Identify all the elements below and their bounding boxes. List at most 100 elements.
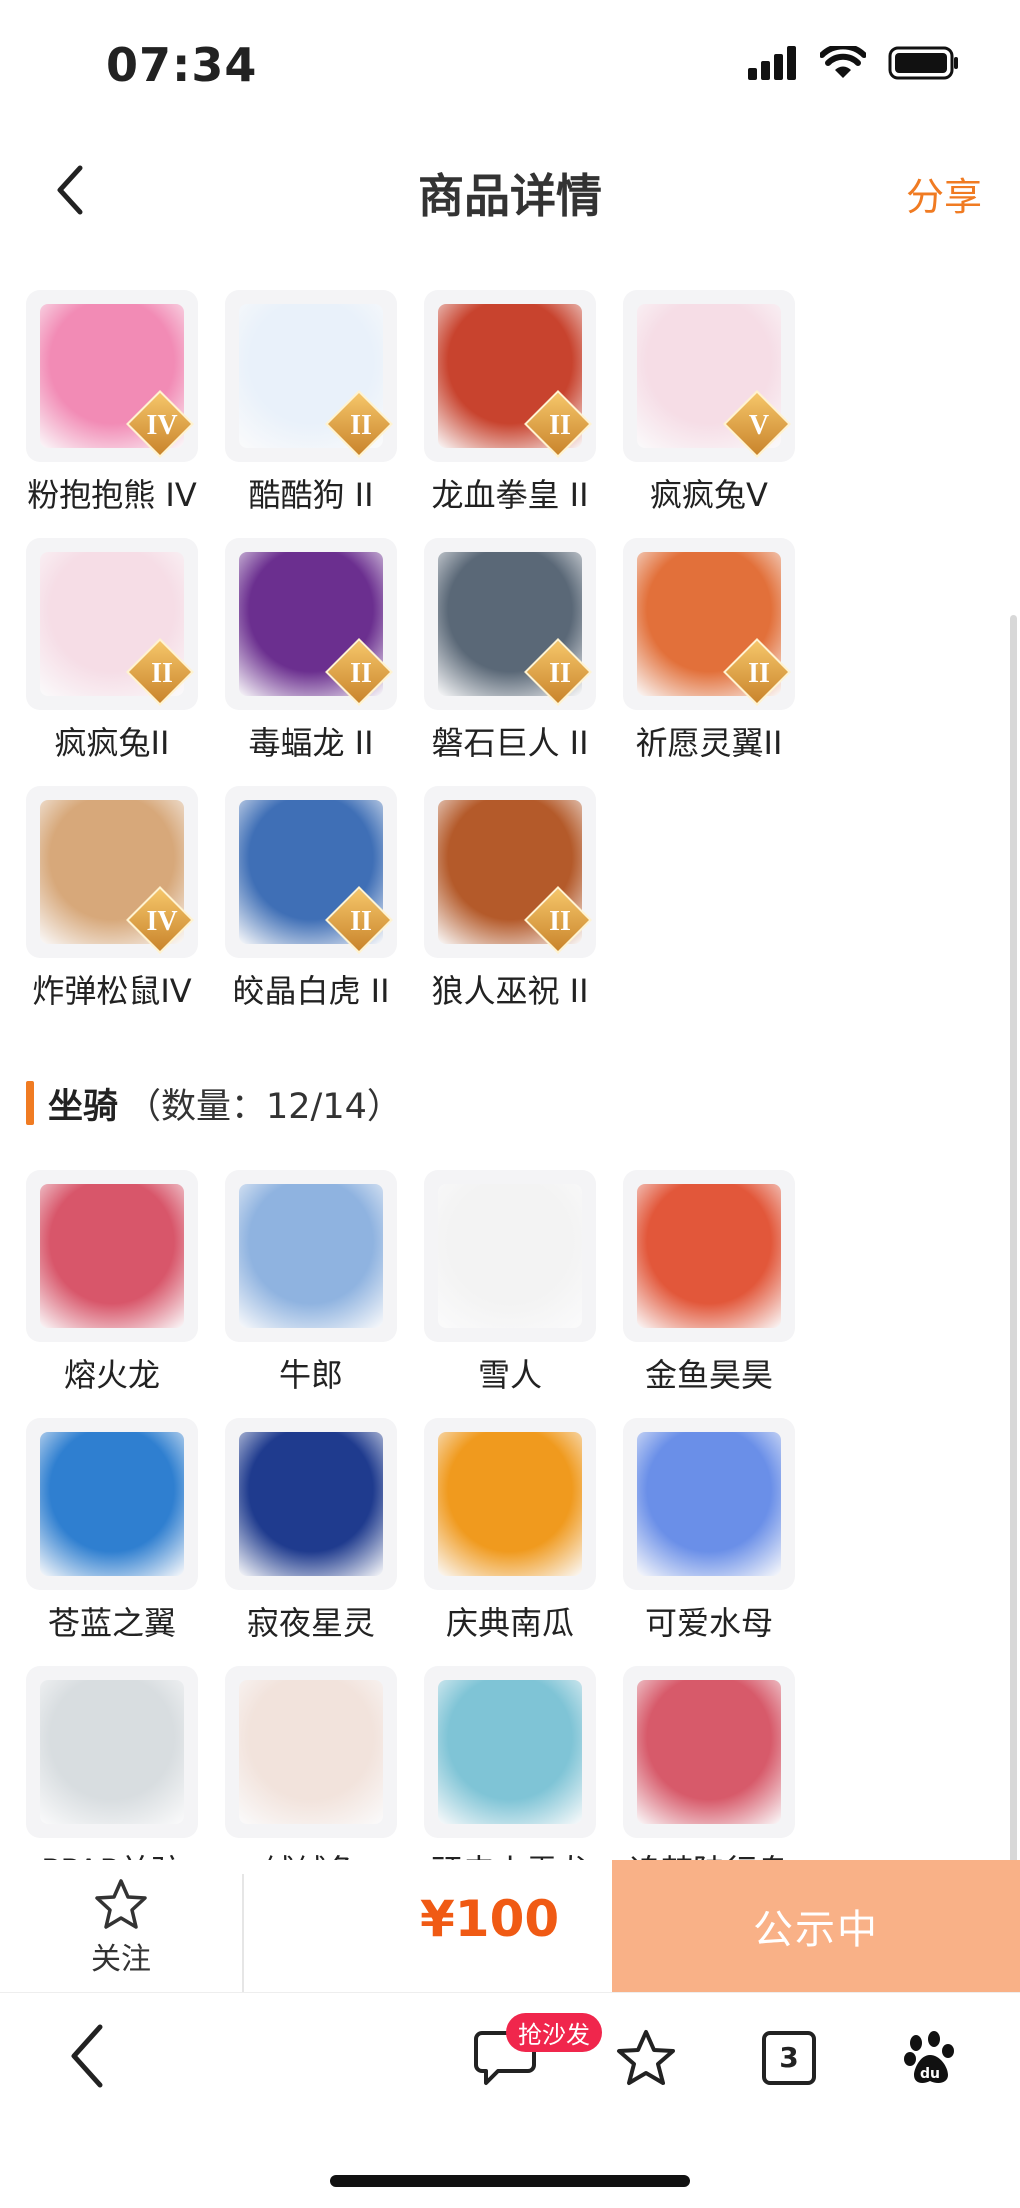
page-title: 商品详情 [418, 169, 602, 223]
pet-item[interactable]: II 酷酷狗 II [225, 290, 424, 538]
mount-label: 寂夜星灵 [246, 1604, 375, 1642]
status-button[interactable]: 公示中 [612, 1860, 1020, 1992]
pet-item[interactable]: V 疯疯兔V [623, 290, 822, 538]
divider [242, 1874, 244, 1992]
pet-thumbnail: IV [26, 786, 198, 958]
pet-thumbnail: II [424, 538, 596, 710]
pet-label: 龙血拳皇 II [431, 476, 589, 514]
mount-image [438, 1184, 582, 1328]
status-time: 07:34 [106, 38, 258, 92]
pet-thumbnail: IV [26, 290, 198, 462]
mount-thumbnail [424, 1418, 596, 1590]
pet-thumbnail: II [424, 786, 596, 958]
pet-item[interactable]: II 疯疯兔II [26, 538, 225, 786]
pet-item[interactable]: IV 炸弹松鼠IV [26, 786, 225, 1034]
mount-item[interactable]: 苍蓝之翼 [26, 1418, 225, 1666]
pet-thumbnail: II [225, 538, 397, 710]
rank-badge-text: II [350, 410, 372, 441]
mount-item[interactable]: 可爱水母 [623, 1418, 822, 1666]
pet-label: 狼人巫祝 II [431, 972, 589, 1010]
share-button[interactable]: 分享 [906, 166, 982, 221]
scrollbar[interactable] [1010, 615, 1017, 1935]
mount-item[interactable]: 熔火龙 [26, 1170, 225, 1418]
home-indicator [330, 2175, 690, 2187]
rank-badge-text: II [549, 410, 571, 441]
star-outline-icon [95, 1879, 147, 1929]
mount-image [637, 1184, 781, 1328]
rank-badge-text: IV [146, 906, 178, 937]
mounts-grid: 熔火龙牛郎雪人金鱼昊昊苍蓝之翼寂夜星灵庆典南瓜可爱水母PPAP羊驼绒绒兔顽皮小雪… [26, 1170, 1001, 1914]
pet-thumbnail: II [225, 786, 397, 958]
section-title: 坐骑 [48, 1086, 119, 1127]
back-arrow-icon[interactable] [64, 2021, 114, 2091]
mount-label: 熔火龙 [63, 1356, 160, 1394]
rank-badge-text: V [748, 410, 770, 441]
mount-label: 雪人 [477, 1356, 542, 1394]
mount-item[interactable]: 雪人 [424, 1170, 623, 1418]
rank-badge-text: IV [146, 410, 178, 441]
mount-item[interactable]: 牛郎 [225, 1170, 424, 1418]
rank-badge-text: II [549, 906, 571, 937]
pet-thumbnail: II [225, 290, 397, 462]
mount-thumbnail [225, 1170, 397, 1342]
svg-text:du: du [920, 2066, 940, 2082]
mount-label: 牛郎 [278, 1356, 343, 1394]
pet-label: 酷酷狗 II [248, 476, 374, 514]
mount-thumbnail [26, 1666, 198, 1838]
mount-thumbnail [623, 1418, 795, 1590]
mount-thumbnail [424, 1666, 596, 1838]
follow-button[interactable]: 关注 [0, 1860, 242, 1992]
mount-image [40, 1184, 184, 1328]
mount-item[interactable]: 金鱼昊昊 [623, 1170, 822, 1418]
mount-image [239, 1184, 383, 1328]
pet-item[interactable]: II 龙血拳皇 II [424, 290, 623, 538]
mount-item[interactable]: 寂夜星灵 [225, 1418, 424, 1666]
browser-toolbar: 抢沙发 3 du [0, 1992, 1020, 2208]
mount-image [438, 1432, 582, 1576]
pet-item[interactable]: II 狼人巫祝 II [424, 786, 623, 1034]
mount-thumbnail [623, 1666, 795, 1838]
section-count: （数量：12/14） [126, 1086, 402, 1127]
pet-thumbnail: II [26, 538, 198, 710]
pet-item[interactable]: II 皎晶白虎 II [225, 786, 424, 1034]
mount-item[interactable]: 庆典南瓜 [424, 1418, 623, 1666]
pet-item[interactable]: II 毒蝠龙 II [225, 538, 424, 786]
pet-label: 磐石巨人 II [431, 724, 589, 762]
mount-image [438, 1680, 582, 1824]
back-button[interactable] [44, 160, 104, 220]
nav-bar: 商品详情 分享 [0, 130, 1020, 250]
mount-image [40, 1680, 184, 1824]
wifi-icon [820, 46, 866, 78]
pet-label: 粉抱抱熊 IV [27, 476, 197, 514]
mount-image [637, 1680, 781, 1824]
rank-badge-text: II [350, 658, 372, 689]
mount-thumbnail [225, 1666, 397, 1838]
pet-label: 皎晶白虎 II [232, 972, 390, 1010]
signal-icon [748, 46, 796, 80]
pet-item[interactable]: II 祈愿灵翼II [623, 538, 822, 786]
battery-icon [888, 46, 958, 80]
pet-thumbnail: II [424, 290, 596, 462]
mount-thumbnail [26, 1418, 198, 1590]
mount-image [637, 1432, 781, 1576]
pet-label: 毒蝠龙 II [248, 724, 374, 762]
pet-item[interactable]: II 磐石巨人 II [424, 538, 623, 786]
pet-thumbnail: II [623, 538, 795, 710]
action-bar: 关注 ¥100 公示中 [0, 1860, 1020, 1992]
rank-badge-text: II [151, 658, 173, 689]
pet-item[interactable]: IV 粉抱抱熊 IV [26, 290, 225, 538]
mount-label: 苍蓝之翼 [47, 1604, 176, 1642]
mount-thumbnail [623, 1170, 795, 1342]
baidu-paw-icon[interactable]: du [902, 2031, 958, 2087]
pet-label: 疯疯兔V [650, 476, 768, 514]
price: ¥100 [420, 1890, 560, 1948]
rank-badge-text: II [549, 658, 571, 689]
pet-label: 祈愿灵翼II [635, 724, 783, 762]
status-bar: 07:34 [0, 0, 1020, 130]
mount-label: 庆典南瓜 [445, 1604, 574, 1642]
mount-label: 可爱水母 [644, 1604, 773, 1642]
rank-badge-text: II [350, 906, 372, 937]
hot-badge: 抢沙发 [506, 2013, 602, 2052]
tabs-count-button[interactable]: 3 [762, 2031, 816, 2085]
favorite-star-icon[interactable] [616, 2029, 676, 2087]
